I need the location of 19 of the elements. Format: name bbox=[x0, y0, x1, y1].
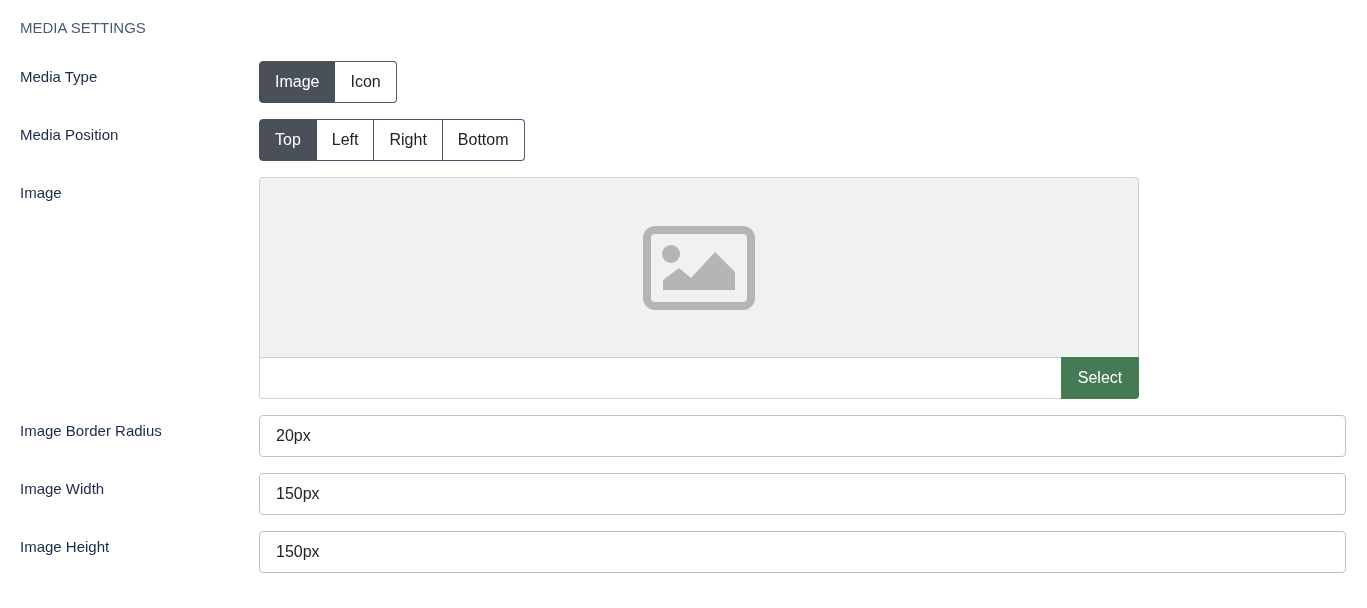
segment-button[interactable]: Top bbox=[259, 119, 317, 161]
text-field[interactable]: 150px bbox=[259, 531, 1346, 573]
field-label: Media Type bbox=[20, 67, 98, 86]
field-label: Image Height bbox=[20, 537, 110, 556]
field-label: Image Border Radius bbox=[20, 421, 162, 440]
section-title: MEDIA SETTINGS bbox=[20, 18, 147, 38]
image-path-field[interactable] bbox=[259, 357, 1061, 399]
segment-button[interactable]: Icon bbox=[335, 61, 397, 103]
text-field[interactable]: 150px bbox=[259, 473, 1346, 515]
segment-button[interactable]: Right bbox=[374, 119, 443, 161]
field-label: Image bbox=[20, 183, 62, 202]
field-label: Media Position bbox=[20, 125, 119, 144]
field-label: Image Width bbox=[20, 479, 105, 498]
segment-button[interactable]: Image bbox=[259, 61, 336, 103]
text-field[interactable]: 20px bbox=[259, 415, 1346, 457]
image-placeholder-icon bbox=[643, 225, 755, 310]
segment-button[interactable]: Left bbox=[316, 119, 375, 161]
select-button[interactable]: Select bbox=[1061, 357, 1139, 399]
segment-button[interactable]: Bottom bbox=[442, 119, 525, 161]
